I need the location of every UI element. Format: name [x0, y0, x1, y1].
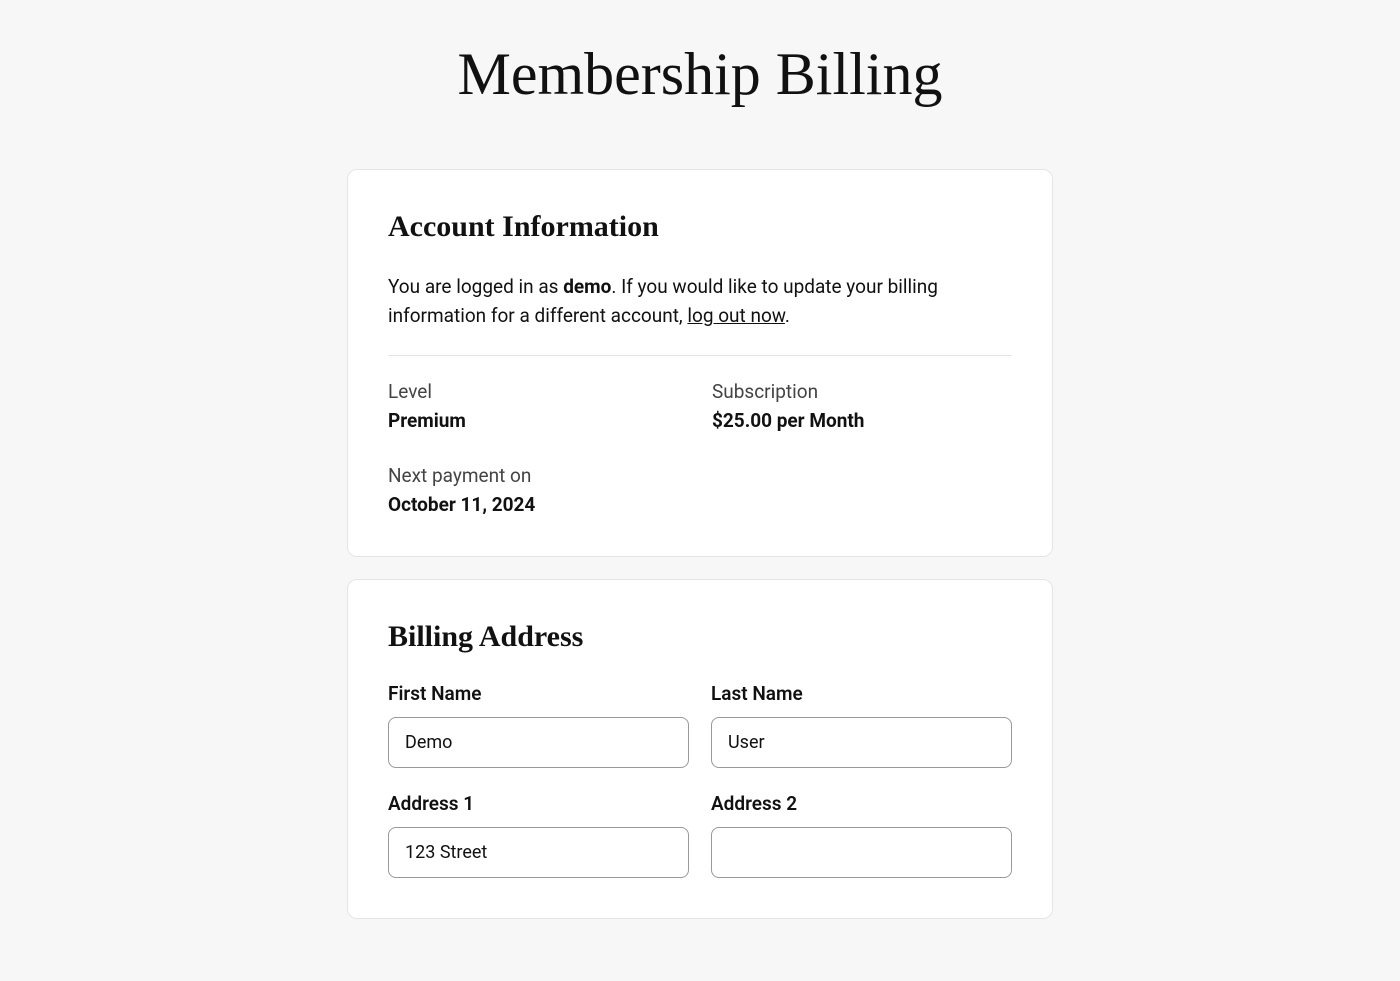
divider [388, 355, 1012, 356]
account-info-title: Account Information [388, 210, 1012, 244]
logged-in-message: You are logged in as demo. If you would … [388, 272, 1012, 331]
address2-label: Address 2 [711, 792, 1012, 815]
page-container: Membership Billing Account Information Y… [230, 40, 1170, 919]
address2-field-group: Address 2 [711, 792, 1012, 878]
billing-address-title: Billing Address [388, 620, 1012, 654]
last-name-label: Last Name [711, 682, 1012, 705]
billing-address-card: Billing Address First Name Last Name Add… [347, 579, 1053, 919]
account-information-card: Account Information You are logged in as… [347, 169, 1053, 557]
address1-input[interactable] [388, 827, 689, 878]
level-value: Premium [388, 409, 688, 432]
logout-link[interactable]: log out now [687, 304, 785, 327]
subscription-label: Subscription [712, 380, 1012, 403]
last-name-field-group: Last Name [711, 682, 1012, 768]
logged-in-end: . [785, 304, 790, 327]
next-payment-info: Next payment on October 11, 2024 [388, 464, 688, 516]
account-info-grid: Level Premium Subscription $25.00 per Mo… [388, 380, 1012, 516]
subscription-info: Subscription $25.00 per Month [712, 380, 1012, 432]
first-name-input[interactable] [388, 717, 689, 768]
logged-in-prefix: You are logged in as [388, 275, 563, 298]
page-title: Membership Billing [230, 40, 1170, 109]
next-payment-label: Next payment on [388, 464, 688, 487]
first-name-field-group: First Name [388, 682, 689, 768]
address2-input[interactable] [711, 827, 1012, 878]
subscription-value: $25.00 per Month [712, 409, 1012, 432]
billing-form-grid: First Name Last Name Address 1 Address 2 [388, 682, 1012, 878]
first-name-label: First Name [388, 682, 689, 705]
next-payment-value: October 11, 2024 [388, 493, 688, 516]
address1-label: Address 1 [388, 792, 689, 815]
username: demo [563, 275, 611, 298]
level-info: Level Premium [388, 380, 688, 432]
last-name-input[interactable] [711, 717, 1012, 768]
address1-field-group: Address 1 [388, 792, 689, 878]
level-label: Level [388, 380, 688, 403]
